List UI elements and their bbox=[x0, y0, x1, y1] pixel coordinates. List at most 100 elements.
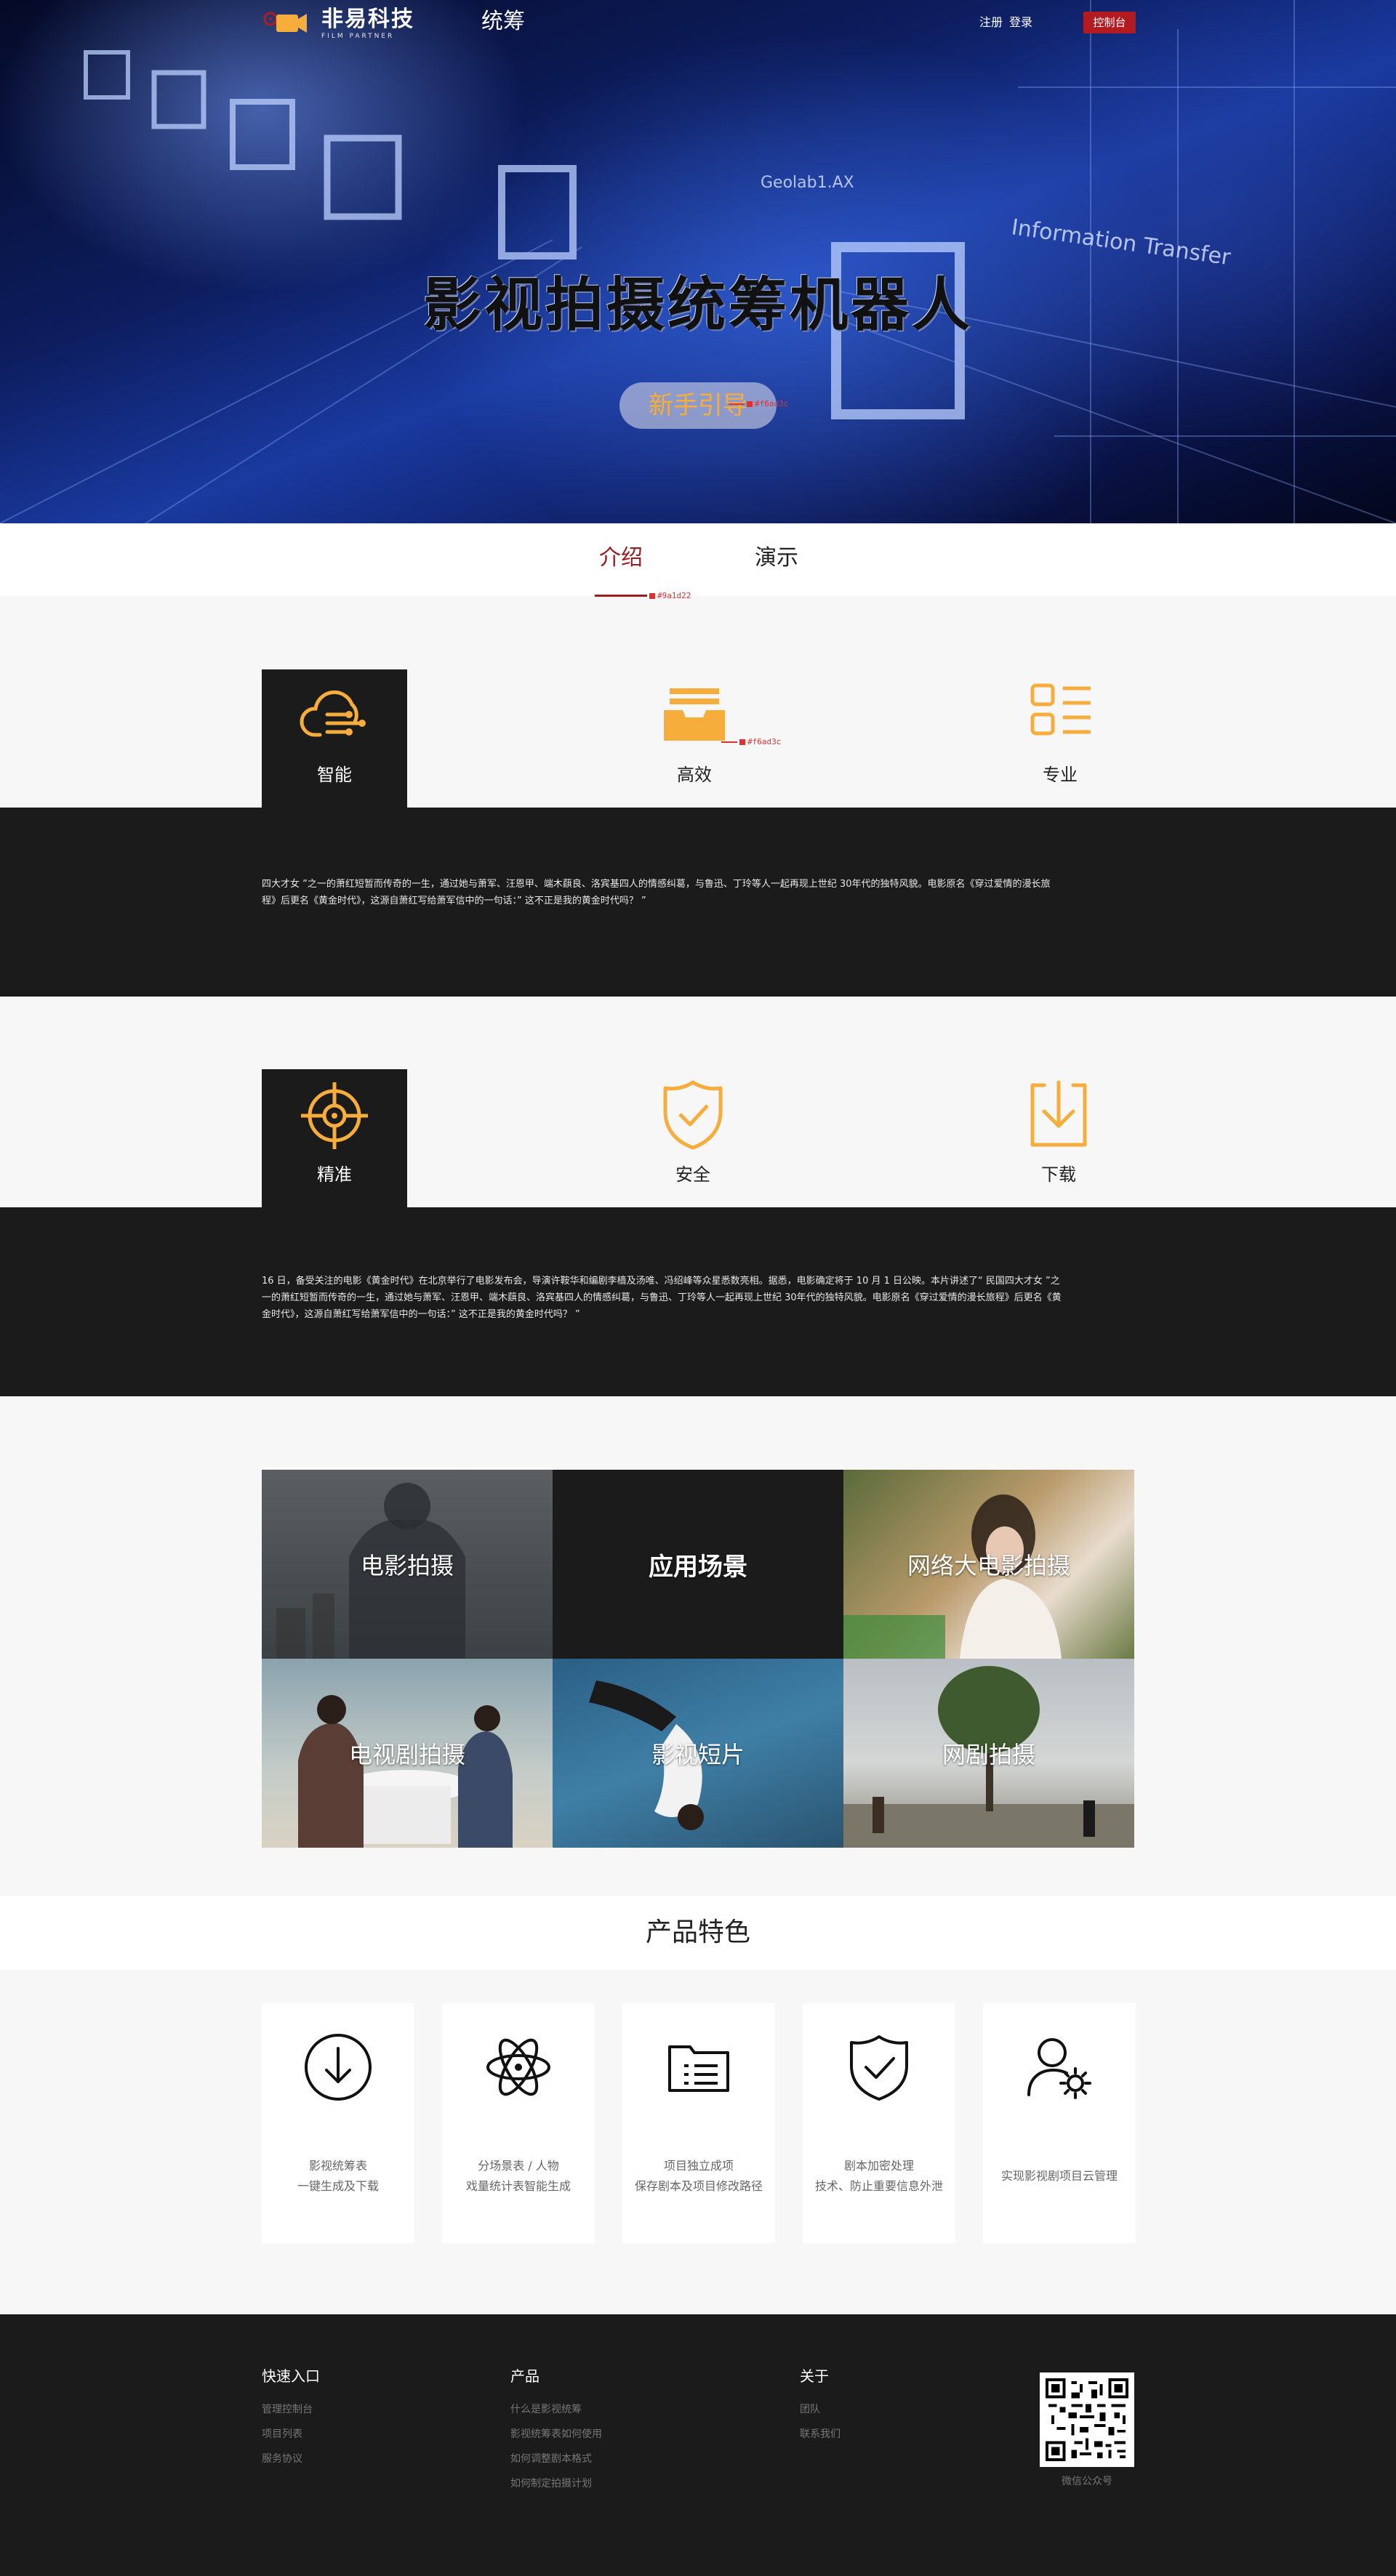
scene-tile-title: 应用场景 bbox=[553, 1470, 843, 1659]
feature-row-1: 智能 高效 #f6ad3c 专业 bbox=[0, 669, 1396, 808]
scene-section-title: 应用场景 bbox=[649, 1552, 747, 1582]
feature-row-2: 精准 安全 下载 bbox=[0, 1069, 1396, 1207]
shield-check-icon bbox=[850, 2035, 908, 2101]
card-line-1: 实现影视剧项目云管理 bbox=[1000, 2169, 1118, 2183]
product-card-text: 实现影视剧项目云管理 bbox=[983, 2166, 1136, 2186]
hero-banner: Geolab1.AX Information Transfer 非易科技 FIL… bbox=[0, 0, 1396, 523]
product-card-text: 分场景表 / 人物 戏量统计表智能生成 bbox=[442, 2156, 595, 2197]
folder-list-icon bbox=[668, 2045, 729, 2092]
tab-active-underline bbox=[595, 595, 647, 597]
color-annotation-text: #f6ad3c bbox=[755, 399, 789, 408]
color-annotation: #f6ad3c bbox=[729, 399, 788, 408]
color-annotation-text: #f6ad3c bbox=[747, 737, 782, 746]
hero-bg-text-geolab: Geolab1.AX bbox=[761, 174, 854, 192]
hero-bg-text-info: Information Transfer bbox=[1010, 214, 1232, 270]
scene-tile-tv[interactable]: 电视剧拍摄 bbox=[262, 1659, 553, 1848]
scene-tile-short[interactable]: 影视短片 bbox=[553, 1659, 843, 1848]
scene-label: 电视剧拍摄 bbox=[348, 1741, 465, 1768]
scene-tile-web-drama[interactable]: 网剧拍摄 bbox=[843, 1659, 1134, 1848]
product-card-cloud[interactable]: 实现影视剧项目云管理 bbox=[983, 2003, 1136, 2243]
inbox-tray-icon bbox=[664, 688, 725, 741]
logo-en-text: FILM PARTNER bbox=[321, 33, 395, 40]
footer-link-howto[interactable]: 影视统筹表如何使用 bbox=[510, 2422, 602, 2447]
product-card-encrypt[interactable]: 剧本加密处理 技术、防止重要信息外泄 bbox=[803, 2003, 955, 2243]
tab-demo[interactable]: 演示 bbox=[755, 544, 798, 573]
hero-background-graphic: Geolab1.AX Information Transfer bbox=[0, 0, 1396, 523]
register-link[interactable]: 注册 bbox=[979, 15, 1003, 31]
product-features-header: 产品特色 bbox=[0, 1896, 1396, 1970]
footer-link-projects[interactable]: 项目列表 bbox=[262, 2422, 320, 2447]
footer-quick-links: 快速入口 管理控制台 项目列表 服务协议 bbox=[262, 2365, 320, 2471]
card-line-1: 分场景表 / 人物 bbox=[478, 2159, 559, 2173]
console-button[interactable]: 控制台 bbox=[1083, 12, 1136, 33]
feature-description-band: 16 日，备受关注的电影《黄金时代》在北京举行了电影发布会，导演许鞍华和编剧李樯… bbox=[0, 1207, 1396, 1396]
nav-title[interactable]: 统筹 bbox=[481, 7, 525, 36]
footer-about-links: 关于 团队 联系我们 bbox=[800, 2365, 841, 2447]
login-link[interactable]: 登录 bbox=[1009, 15, 1032, 31]
product-card-text: 影视统筹表 一键生成及下载 bbox=[262, 2156, 414, 2197]
card-line-1: 项目独立成项 bbox=[663, 2159, 734, 2173]
feature-secure[interactable]: 安全 bbox=[620, 1069, 766, 1207]
scene-label: 网剧拍摄 bbox=[942, 1741, 1035, 1768]
feature-professional[interactable]: 专业 bbox=[987, 669, 1133, 808]
wechat-qr-code bbox=[1040, 2372, 1134, 2467]
camera-logo-icon bbox=[263, 12, 307, 33]
scene-label: 影视短片 bbox=[651, 1741, 745, 1768]
product-card-text: 剧本加密处理 技术、防止重要信息外泄 bbox=[803, 2156, 955, 2197]
product-card-scenes[interactable]: 分场景表 / 人物 戏量统计表智能生成 bbox=[442, 2003, 595, 2243]
cloud-circuit-icon bbox=[300, 690, 366, 737]
footer-link-console[interactable]: 管理控制台 bbox=[262, 2397, 320, 2422]
download-circle-icon bbox=[305, 2034, 372, 2101]
site-logo[interactable]: 非易科技 FILM PARTNER bbox=[262, 4, 414, 42]
feature-smart[interactable]: 智能 bbox=[262, 669, 407, 808]
product-features-title: 产品特色 bbox=[645, 1917, 750, 1947]
product-card-schedule[interactable]: 影视统筹表 一键生成及下载 bbox=[262, 2003, 414, 2243]
feature-label: 智能 bbox=[317, 765, 352, 785]
feature-download[interactable]: 下载 bbox=[986, 1069, 1131, 1207]
color-annotation: #9a1d22 bbox=[647, 591, 691, 600]
footer: 快速入口 管理控制台 项目列表 服务协议 产品 什么是影视统筹 影视统筹表如何使… bbox=[0, 2314, 1396, 2576]
scene-tile-web-film[interactable]: 网络大电影拍摄 bbox=[843, 1470, 1134, 1659]
hero-title: 影视拍摄统筹机器人 bbox=[423, 271, 973, 339]
feature-description-band: 四大才女 ”之一的萧红短暂而传奇的一生，通过她与萧军、汪恩甲、端木蕻良、洛宾基四… bbox=[0, 808, 1396, 997]
scene-grid: 电影拍摄 应用场景 网络大电影拍摄 电视剧拍摄 影视短片 网剧拍摄 bbox=[262, 1470, 1134, 1848]
download-icon bbox=[1030, 1080, 1087, 1147]
scene-tile-film[interactable]: 电影拍摄 bbox=[262, 1470, 553, 1659]
qr-code-image bbox=[1046, 2378, 1128, 2461]
footer-link-contact[interactable]: 联系我们 bbox=[800, 2422, 841, 2447]
list-icon bbox=[1030, 683, 1091, 736]
footer-link-format[interactable]: 如何调整剧本格式 bbox=[510, 2447, 602, 2471]
feature-label: 下载 bbox=[1041, 1164, 1076, 1185]
feature-label: 专业 bbox=[1043, 765, 1078, 785]
color-annotation: #f6ad3c bbox=[721, 737, 781, 746]
logo-cn-text: 非易科技 bbox=[321, 7, 414, 32]
card-line-2: 保存剧本及项目修改路径 bbox=[634, 2179, 763, 2193]
scene-label: 电影拍摄 bbox=[360, 1552, 454, 1579]
footer-heading: 产品 bbox=[510, 2367, 539, 2385]
card-line-2: 技术、防止重要信息外泄 bbox=[814, 2179, 943, 2193]
footer-link-team[interactable]: 团队 bbox=[800, 2397, 841, 2422]
footer-link-terms[interactable]: 服务协议 bbox=[262, 2447, 320, 2471]
footer-heading: 关于 bbox=[800, 2367, 829, 2385]
card-line-1: 影视统筹表 bbox=[308, 2159, 367, 2173]
user-gear-icon bbox=[1027, 2038, 1091, 2099]
feature-description: 16 日，备受关注的电影《黄金时代》在北京举行了电影发布会，导演许鞍华和编剧李樯… bbox=[262, 1276, 1062, 1320]
qr-caption: 微信公众号 bbox=[1062, 2476, 1112, 2487]
footer-link-plan[interactable]: 如何制定拍摄计划 bbox=[510, 2471, 602, 2496]
color-annotation-text: #9a1d22 bbox=[657, 591, 691, 600]
feature-precise[interactable]: 精准 bbox=[262, 1069, 407, 1207]
tab-intro[interactable]: 介绍 bbox=[599, 544, 643, 573]
card-line-2: 戏量统计表智能生成 bbox=[465, 2179, 571, 2193]
target-icon bbox=[301, 1082, 368, 1149]
feature-label: 高效 bbox=[677, 765, 712, 785]
card-line-2: 一键生成及下载 bbox=[297, 2179, 379, 2193]
product-card-text: 项目独立成项 保存剧本及项目修改路径 bbox=[622, 2156, 775, 2197]
feature-label: 精准 bbox=[317, 1164, 352, 1185]
footer-link-what[interactable]: 什么是影视统筹 bbox=[510, 2397, 602, 2422]
feature-label: 安全 bbox=[675, 1164, 710, 1185]
product-card-project[interactable]: 项目独立成项 保存剧本及项目修改路径 bbox=[622, 2003, 775, 2243]
feature-description: 四大才女 ”之一的萧红短暂而传奇的一生，通过她与萧军、汪恩甲、端木蕻良、洛宾基四… bbox=[262, 879, 1051, 906]
footer-heading: 快速入口 bbox=[262, 2367, 320, 2385]
footer-product-links: 产品 什么是影视统筹 影视统筹表如何使用 如何调整剧本格式 如何制定拍摄计划 bbox=[510, 2365, 602, 2496]
card-line-1: 剧本加密处理 bbox=[843, 2159, 914, 2173]
